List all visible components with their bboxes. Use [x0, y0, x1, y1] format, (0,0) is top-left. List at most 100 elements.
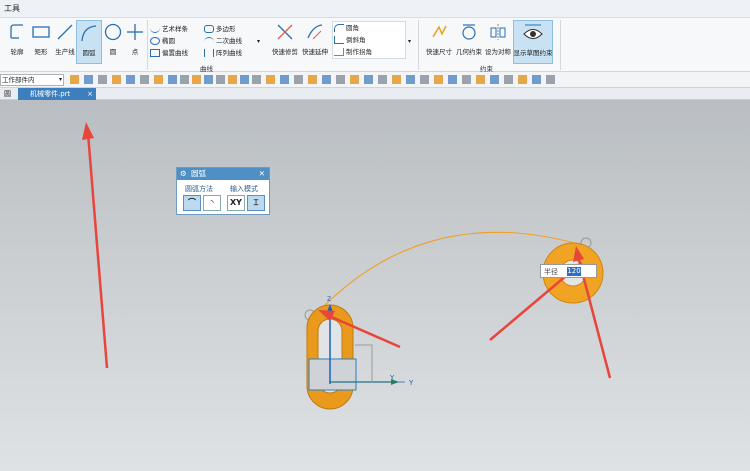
snap-tool-icon[interactable]	[532, 75, 541, 84]
snap-tool-icon[interactable]	[154, 75, 163, 84]
snap-tool-icon[interactable]	[228, 75, 237, 84]
studio-spline-item[interactable]: 艺术样条	[150, 24, 188, 34]
make-symmetric-button[interactable]: 设为对称	[484, 20, 512, 64]
show-sketch-constraints-button[interactable]: 显示草图约束	[513, 20, 553, 64]
graphics-window[interactable]: Z Y Y 半径 120	[0, 100, 750, 471]
chamfer-item[interactable]: 倒斜角	[334, 35, 366, 45]
studio-spline-label: 艺术样条	[162, 25, 188, 33]
snap-toolbar-icons[interactable]	[68, 72, 628, 88]
ribbon-separator	[147, 20, 148, 70]
snap-tool-icon[interactable]	[240, 75, 249, 84]
snap-tool-icon[interactable]	[490, 75, 499, 84]
selection-toolbar: 工作部件内 ▾	[0, 72, 750, 88]
quick-trim-button[interactable]: 快速修剪	[270, 20, 300, 64]
polygon-item[interactable]: 多边形	[204, 24, 236, 34]
fillet-item[interactable]: 圆角	[334, 23, 359, 33]
menu-bar: 工具	[0, 0, 750, 18]
snap-tool-icon[interactable]	[378, 75, 387, 84]
make-corner-item[interactable]: 制作拐角	[334, 47, 372, 57]
arc-method-label: 圆弧方法	[185, 185, 213, 193]
arc-dialog: ⚙ 圆弧 ✕ 圆弧方法 输入模式 ⌒ ◝ XY ⌶	[176, 167, 270, 215]
parameter-mode-button[interactable]: ⌶	[247, 195, 265, 211]
snap-tool-icon[interactable]	[518, 75, 527, 84]
arc-three-point-button[interactable]: ⌒	[183, 195, 201, 211]
arc-tool-button[interactable]: 圆弧	[76, 20, 102, 64]
snap-tool-icon[interactable]	[280, 75, 289, 84]
snap-tool-icon[interactable]	[462, 75, 471, 84]
menu-tab-tools[interactable]: 工具	[4, 3, 20, 14]
sketch-canvas[interactable]: Z Y Y	[0, 100, 750, 471]
snap-tool-icon[interactable]	[112, 75, 121, 84]
offset-curve-label: 偏置曲线	[162, 49, 188, 57]
rectangle-tool-button[interactable]: 矩形	[28, 20, 54, 64]
ellipse-item[interactable]: 椭圆	[150, 36, 175, 46]
fillet-icon	[334, 24, 344, 32]
document-tab-previous[interactable]: 圆	[0, 89, 15, 99]
point-tool-button[interactable]: 点	[122, 20, 148, 64]
snap-tool-icon[interactable]	[448, 75, 457, 84]
line-tool-button[interactable]: 生产线	[52, 20, 78, 64]
snap-tool-icon[interactable]	[434, 75, 443, 84]
snap-tool-icon[interactable]	[98, 75, 107, 84]
coordinate-mode-button[interactable]: XY	[227, 195, 245, 211]
pattern-curve-item[interactable]: 阵列曲线	[204, 48, 242, 58]
document-tabs: 圆 机械零件.prt ×	[0, 88, 750, 100]
snap-tool-icon[interactable]	[168, 75, 177, 84]
snap-tool-icon[interactable]	[322, 75, 331, 84]
chamfer-icon	[334, 36, 344, 44]
snap-tool-icon[interactable]	[364, 75, 373, 84]
corner-gallery-more-icon[interactable]: ▾	[408, 38, 411, 45]
snap-tool-icon[interactable]	[216, 75, 225, 84]
quick-trim-icon	[277, 24, 293, 40]
snap-tool-icon[interactable]	[140, 75, 149, 84]
chamfer-label: 倒斜角	[346, 36, 366, 44]
snap-tool-icon[interactable]	[266, 75, 275, 84]
snap-tool-icon[interactable]	[70, 75, 79, 84]
rapid-dimension-button[interactable]: 快速尺寸	[424, 20, 454, 64]
radius-value[interactable]: 120	[567, 267, 581, 276]
snap-tool-icon[interactable]	[308, 75, 317, 84]
quick-extend-label: 快速延伸	[302, 48, 328, 56]
snap-tool-icon[interactable]	[192, 75, 201, 84]
circle-icon	[104, 23, 122, 41]
snap-tool-icon[interactable]	[336, 75, 345, 84]
snap-tool-icon[interactable]	[204, 75, 213, 84]
snap-tool-icon[interactable]	[546, 75, 555, 84]
annotation-arrow-head	[82, 122, 94, 140]
radius-input[interactable]: 半径 120	[540, 264, 597, 278]
document-tab-active[interactable]: 机械零件.prt ×	[18, 88, 96, 100]
arc-dialog-titlebar[interactable]: ⚙ 圆弧 ✕	[177, 168, 269, 180]
radius-label: 半径	[544, 268, 558, 276]
snap-tool-icon[interactable]	[84, 75, 93, 84]
profile-tool-button[interactable]: 轮廓	[4, 20, 30, 64]
arc-center-endpoints-button[interactable]: ◝	[203, 195, 221, 211]
pattern-curve-icon	[204, 49, 214, 57]
ellipse-icon	[150, 37, 160, 45]
snap-tool-icon[interactable]	[350, 75, 359, 84]
snap-tool-icon[interactable]	[420, 75, 429, 84]
snap-tool-icon[interactable]	[126, 75, 135, 84]
close-icon[interactable]: ✕	[259, 168, 265, 180]
snap-tool-icon[interactable]	[392, 75, 401, 84]
snap-tool-icon[interactable]	[504, 75, 513, 84]
close-icon[interactable]: ×	[87, 88, 93, 100]
geometric-constraints-button[interactable]: 几何约束	[454, 20, 484, 64]
point-icon	[127, 24, 143, 40]
gear-icon[interactable]: ⚙	[180, 168, 187, 180]
ellipse-label: 椭圆	[162, 37, 175, 45]
y-axis-label-2: Y	[408, 379, 414, 387]
snap-tool-icon[interactable]	[476, 75, 485, 84]
conic-item[interactable]: 二次曲线	[204, 36, 242, 46]
offset-curve-item[interactable]: 偏置曲线	[150, 48, 188, 58]
snap-tool-icon[interactable]	[406, 75, 415, 84]
arc-dialog-title: 圆弧	[191, 169, 206, 178]
quick-extend-button[interactable]: 快速延伸	[300, 20, 330, 64]
annotation-arrow	[489, 269, 574, 341]
snap-tool-icon[interactable]	[294, 75, 303, 84]
snap-tool-icon[interactable]	[180, 75, 189, 84]
ribbon-separator	[418, 20, 419, 70]
selection-scope-dropdown[interactable]: 工作部件内 ▾	[0, 74, 64, 86]
snap-tool-icon[interactable]	[252, 75, 261, 84]
curve-gallery-more-icon[interactable]: ▾	[257, 38, 260, 45]
chevron-down-icon: ▾	[58, 76, 62, 83]
